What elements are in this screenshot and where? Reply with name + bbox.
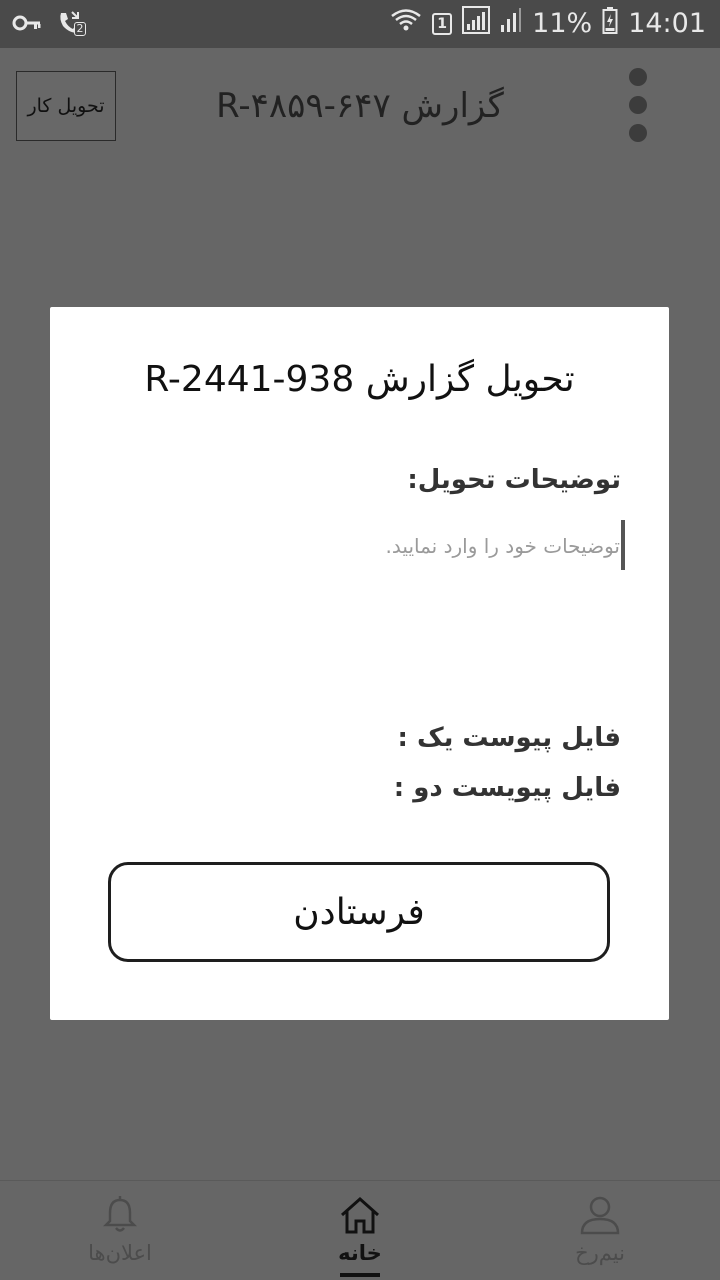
sim-icon: 1	[432, 12, 453, 35]
deliver-report-dialog: تحویل گزارش R-2441-938 توضیحات تحویل: فا…	[50, 307, 669, 1020]
key-icon	[12, 13, 42, 37]
missed-call-count: 2	[74, 22, 86, 36]
clock: 14:01	[628, 8, 706, 39]
app-bar: تحویل کار گزارش R-۴۸۵۹-۶۴۷	[0, 48, 720, 166]
wifi-icon	[390, 7, 422, 40]
kebab-menu-icon[interactable]	[624, 66, 652, 142]
active-tab-indicator	[340, 1273, 380, 1277]
kebab-dot	[629, 68, 647, 86]
signal-icon	[462, 6, 491, 41]
description-input[interactable]	[98, 520, 626, 572]
nav-label-profile: نیم‌رخ	[575, 1241, 625, 1265]
deliver-work-button[interactable]: تحویل کار	[16, 71, 116, 141]
bottom-navigation: اعلان‌ها خانه نیم‌رخ	[0, 1180, 720, 1280]
status-bar: 2 1 11% 14:01	[0, 0, 720, 48]
signal-icon-2	[500, 7, 522, 40]
text-cursor	[621, 520, 625, 570]
dialog-title: تحویل گزارش R-2441-938	[144, 359, 575, 400]
nav-label-notifications: اعلان‌ها	[88, 1241, 152, 1265]
page-title: گزارش R-۴۸۵۹-۶۴۷	[216, 86, 504, 126]
kebab-dot	[629, 96, 647, 114]
person-icon	[580, 1196, 620, 1235]
attachment-one-label[interactable]: فایل پیوست یک :	[398, 723, 621, 753]
kebab-dot	[629, 124, 647, 142]
status-bar-left: 2	[12, 8, 86, 42]
home-icon	[341, 1196, 379, 1234]
description-label: توضیحات تحویل:	[407, 465, 621, 495]
nav-item-home[interactable]: خانه	[280, 1195, 440, 1280]
missed-call-icon: 2	[56, 8, 86, 42]
send-button[interactable]: فرستادن	[108, 862, 610, 962]
bell-icon	[102, 1196, 138, 1232]
battery-percent: 11%	[532, 8, 593, 39]
attachment-two-label[interactable]: فایل پیویست دو :	[394, 773, 621, 803]
battery-icon	[602, 6, 618, 41]
nav-item-profile[interactable]: نیم‌رخ	[520, 1195, 680, 1280]
nav-label-home: خانه	[338, 1241, 382, 1265]
nav-item-notifications[interactable]: اعلان‌ها	[40, 1195, 200, 1280]
status-bar-right: 1 11% 14:01	[390, 6, 706, 41]
